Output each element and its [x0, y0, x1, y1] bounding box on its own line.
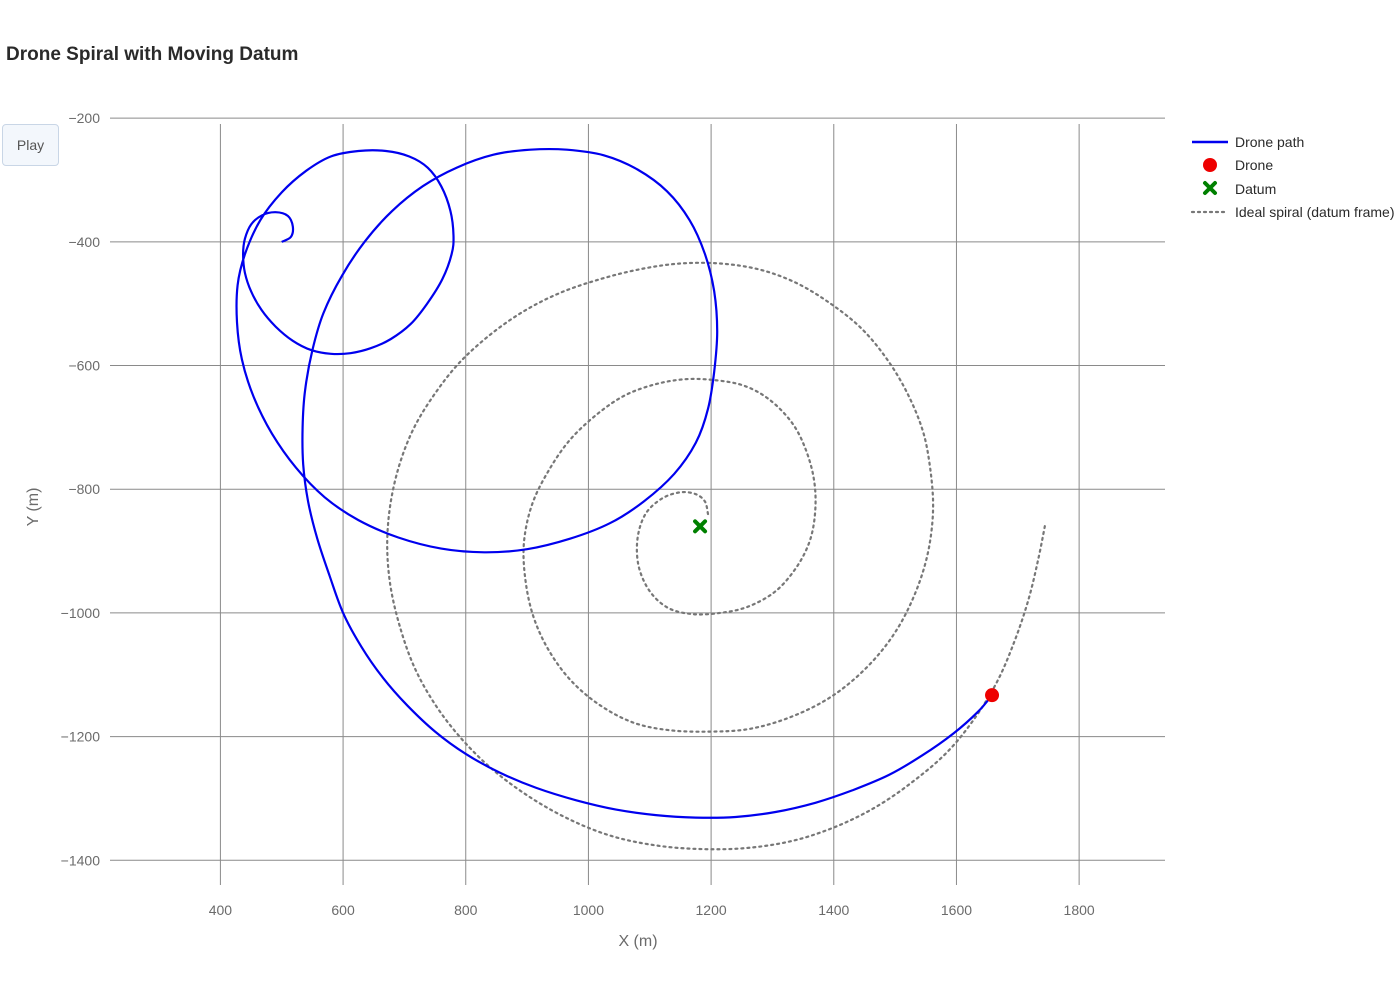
x-tick-label: 1000 [573, 902, 604, 918]
x-tick-label: 1200 [696, 902, 727, 918]
y-tick-label: −400 [68, 234, 100, 250]
legend-swatch-drone [1203, 158, 1217, 172]
legend: Drone path Drone Datum Ideal spiral (dat… [1190, 134, 1395, 220]
legend-swatch-datum [1203, 181, 1217, 195]
drone-path-line [235, 147, 993, 819]
x-tick-label: 800 [454, 902, 478, 918]
x-tick-label: 1800 [1064, 902, 1095, 918]
chart-svg: 400 600 800 1000 1200 1400 1600 1800 −200 −400 −60… [25, 110, 1395, 950]
x-tick-label: 600 [331, 902, 355, 918]
legend-label-drone-path: Drone path [1235, 134, 1304, 150]
x-tick-label: 400 [209, 902, 233, 918]
y-tick-label: −800 [68, 481, 100, 497]
y-tick-label: −1000 [61, 605, 101, 621]
x-axis-title: X (m) [618, 933, 657, 950]
y-axis-title: Y (m) [25, 488, 42, 527]
datum-marker [693, 519, 708, 534]
legend-label-datum: Datum [1235, 181, 1276, 197]
plot-area [235, 147, 1047, 851]
tick-labels: 400 600 800 1000 1200 1400 1600 1800 −200 −400 −60… [61, 110, 1095, 918]
y-tick-label: −200 [68, 110, 100, 126]
drone-marker [985, 688, 1000, 703]
grid-lines [110, 117, 1165, 885]
y-tick-label: −1200 [61, 729, 101, 745]
y-tick-label: −600 [68, 358, 100, 374]
x-tick-label: 1400 [818, 902, 849, 918]
x-tick-label: 1600 [941, 902, 972, 918]
legend-label-ideal-spiral: Ideal spiral (datum frame) [1235, 204, 1395, 220]
legend-label-drone: Drone [1235, 157, 1273, 173]
y-tick-label: −1400 [61, 852, 101, 868]
